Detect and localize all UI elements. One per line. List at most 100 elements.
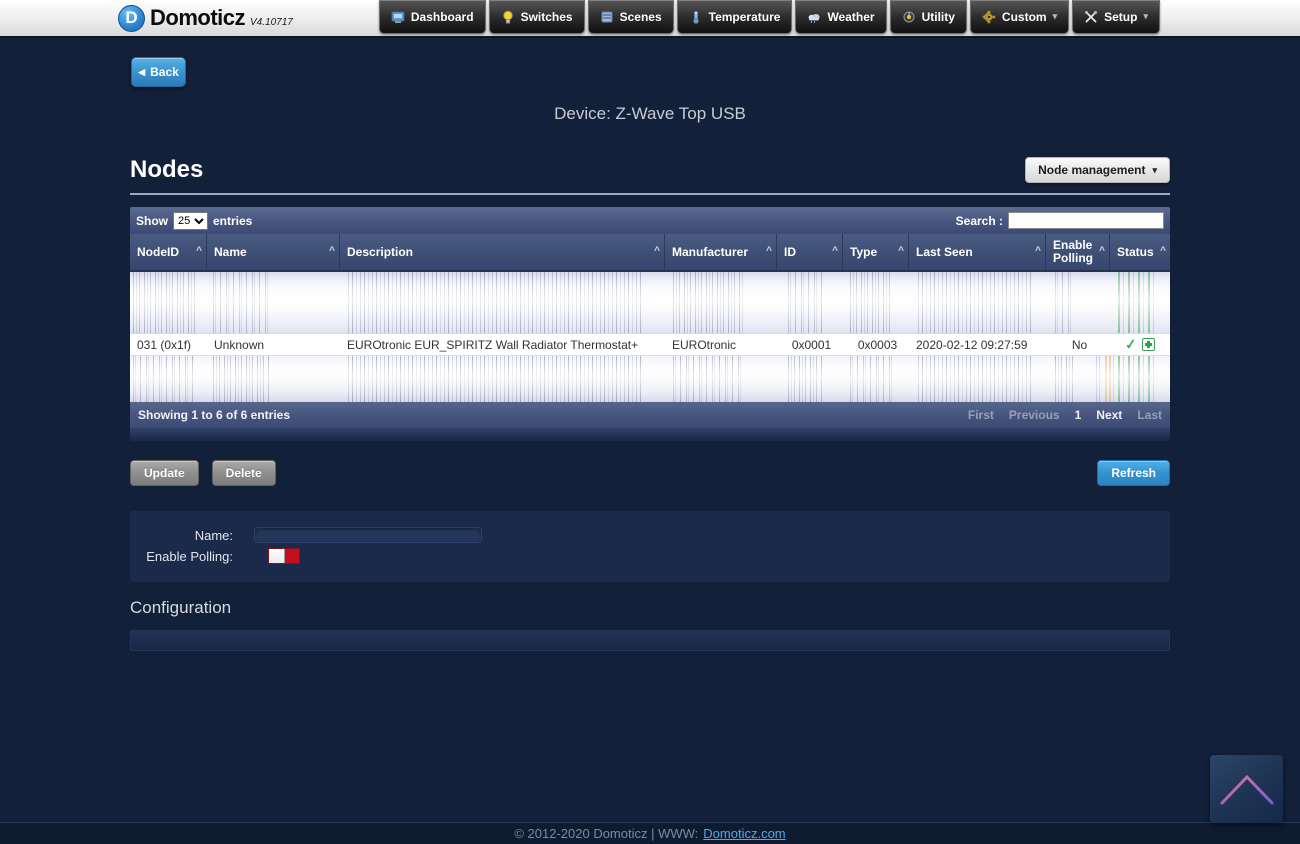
sort-caret-icon: ^ bbox=[766, 245, 772, 257]
pagination-first[interactable]: First bbox=[968, 408, 994, 422]
page-title: Device: Z-Wave Top USB bbox=[554, 104, 746, 123]
search-control: Search : bbox=[956, 212, 1164, 229]
delete-button[interactable]: Delete bbox=[211, 460, 276, 486]
section-divider bbox=[130, 193, 1170, 195]
nav-label: Setup bbox=[1104, 9, 1138, 24]
cell-name: Unknown bbox=[214, 337, 265, 352]
entries-label: entries bbox=[213, 213, 253, 228]
toggle-off-track bbox=[285, 549, 299, 563]
nav-item-switches[interactable]: Switches bbox=[488, 0, 585, 34]
page-length-select[interactable]: 25 bbox=[173, 211, 208, 230]
cell-description: EUROtronic EUR_SPIRITZ Wall Radiator The… bbox=[347, 337, 639, 352]
scenes-icon bbox=[601, 11, 613, 22]
sort-caret-icon: ^ bbox=[196, 245, 202, 257]
logo-text: Domoticz bbox=[150, 5, 246, 30]
page-length-control: Show 25 entries bbox=[136, 211, 253, 230]
version-label: V4.10717 bbox=[250, 17, 293, 28]
cell-type: 0x0003 bbox=[857, 337, 898, 352]
pagination-last[interactable]: Last bbox=[1137, 408, 1162, 422]
nav-item-custom[interactable]: Custom ▾ bbox=[969, 0, 1070, 34]
search-input[interactable] bbox=[1008, 212, 1164, 229]
pagination-page-1[interactable]: 1 bbox=[1075, 408, 1082, 422]
column-header-status[interactable]: Status ^ bbox=[1110, 234, 1170, 270]
enable-polling-label: Enable Polling: bbox=[146, 548, 233, 564]
table-row[interactable]: 031 (0x1f) Unknown EUROtronic EUR_SPIRIT… bbox=[130, 333, 1170, 356]
gauge-icon bbox=[903, 11, 915, 22]
show-label: Show bbox=[136, 213, 168, 228]
lightbulb-icon bbox=[502, 10, 513, 23]
cell-status: ✓ bbox=[1110, 335, 1170, 353]
thermometer-icon bbox=[692, 10, 699, 24]
nav-menu: Dashboard Switches Scenes Temperature We… bbox=[378, 0, 1300, 36]
nav-item-utility[interactable]: Utility bbox=[889, 0, 967, 34]
domoticz-link[interactable]: Domoticz.com bbox=[703, 826, 785, 841]
back-button[interactable]: ◀ Back bbox=[131, 57, 186, 87]
column-header-lastseen[interactable]: Last Seen ^ bbox=[909, 234, 1046, 270]
nav-label: Custom bbox=[1001, 9, 1047, 24]
domoticz-logo-icon: D bbox=[118, 4, 145, 32]
sort-caret-icon: ^ bbox=[898, 245, 904, 257]
node-management-button[interactable]: Node management ▾ bbox=[1025, 157, 1170, 183]
cloud-icon bbox=[809, 13, 821, 23]
pagination-next[interactable]: Next bbox=[1096, 408, 1122, 422]
configuration-panel bbox=[130, 630, 1170, 651]
sort-caret-icon: ^ bbox=[654, 245, 660, 257]
nav-item-temperature[interactable]: Temperature bbox=[676, 0, 793, 34]
update-button[interactable]: Update bbox=[130, 460, 199, 486]
name-field[interactable] bbox=[254, 527, 482, 543]
nav-label: Utility bbox=[921, 9, 955, 24]
nav-item-weather[interactable]: Weather bbox=[795, 0, 887, 34]
add-node-icon[interactable] bbox=[1142, 338, 1156, 351]
chevron-up-icon bbox=[1220, 774, 1273, 805]
nav-label: Dashboard bbox=[410, 9, 474, 24]
table-bottom-strip bbox=[130, 428, 1170, 441]
nav-item-scenes[interactable]: Scenes bbox=[587, 0, 674, 34]
tools-icon bbox=[1085, 10, 1098, 22]
nav-item-dashboard[interactable]: Dashboard bbox=[378, 0, 486, 34]
chevron-down-icon: ▾ bbox=[1143, 11, 1148, 21]
blurred-table-rows-bottom bbox=[130, 356, 1170, 402]
nav-label: Weather bbox=[827, 9, 875, 24]
table-toolbar: Show 25 entries Search : bbox=[130, 207, 1170, 234]
dashboard-icon bbox=[391, 11, 405, 23]
cell-manufacturer: EUROtronic bbox=[672, 337, 737, 352]
column-header-enable-polling[interactable]: Enable Polling ^ bbox=[1046, 234, 1110, 270]
column-header-name[interactable]: Name ^ bbox=[207, 234, 340, 270]
copyright-text: © 2012-2020 Domoticz | WWW: bbox=[514, 826, 699, 841]
column-header-type[interactable]: Type ^ bbox=[843, 234, 909, 270]
enable-polling-toggle[interactable] bbox=[268, 548, 300, 564]
nodes-section-title: Nodes bbox=[130, 156, 204, 183]
node-management-label: Node management bbox=[1038, 163, 1146, 177]
pagination-previous[interactable]: Previous bbox=[1009, 408, 1060, 422]
column-header-nodeid[interactable]: NodeID ^ bbox=[130, 234, 207, 270]
cell-enable-polling: No bbox=[1071, 337, 1088, 352]
toggle-handle bbox=[269, 549, 285, 563]
table-header-row: NodeID ^ Name ^ Description ^ Manufacturer ^… bbox=[130, 234, 1170, 270]
chevron-down-icon: ▾ bbox=[1152, 164, 1157, 175]
scroll-to-top-button[interactable] bbox=[1210, 755, 1283, 823]
column-header-id[interactable]: ID ^ bbox=[777, 234, 843, 270]
gear-icon bbox=[982, 9, 996, 24]
blurred-table-rows-top bbox=[130, 270, 1170, 333]
name-field-label: Name: bbox=[194, 527, 233, 543]
main-content: Nodes Node management ▾ Show 25 entries … bbox=[130, 156, 1170, 651]
blurred-status-icons bbox=[1118, 272, 1156, 333]
refresh-button[interactable]: Refresh bbox=[1097, 460, 1170, 486]
sort-caret-icon: ^ bbox=[1160, 245, 1166, 257]
column-header-description[interactable]: Description ^ bbox=[340, 234, 665, 270]
page-footer: © 2012-2020 Domoticz | WWW: Domoticz.com bbox=[0, 822, 1300, 844]
blurred-status-icons bbox=[1118, 356, 1156, 402]
nav-label: Scenes bbox=[619, 9, 662, 24]
back-arrow-icon: ◀ bbox=[138, 66, 146, 77]
nav-label: Switches bbox=[520, 9, 573, 24]
domoticz-logo: D Domoticz V4.10717 bbox=[118, 0, 293, 36]
nodes-table: Show 25 entries Search : NodeID ^ Name ^ D… bbox=[130, 207, 1170, 441]
table-actions: Update Delete Refresh bbox=[130, 460, 1170, 486]
sort-caret-icon: ^ bbox=[832, 245, 838, 257]
top-navbar: D Domoticz V4.10717 Dashboard Switches S… bbox=[0, 0, 1300, 38]
column-header-manufacturer[interactable]: Manufacturer ^ bbox=[665, 234, 777, 270]
nav-item-setup[interactable]: Setup ▾ bbox=[1072, 0, 1160, 34]
check-icon: ✓ bbox=[1123, 335, 1138, 353]
cell-lastseen: 2020-02-12 09:27:59 bbox=[916, 337, 1028, 352]
cell-nodeid: 031 (0x1f) bbox=[137, 337, 192, 352]
